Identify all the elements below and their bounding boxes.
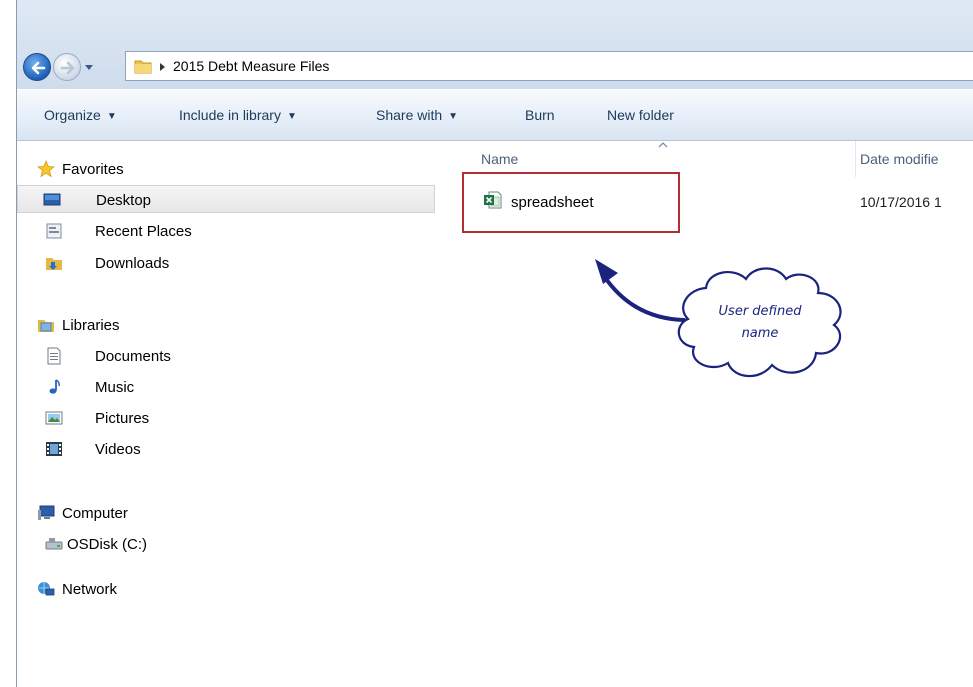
annotation-line-2: name	[741, 326, 779, 341]
back-arrow-icon	[31, 61, 46, 75]
back-button[interactable]	[23, 53, 51, 81]
breadcrumb-chevron-right-icon[interactable]	[157, 62, 167, 72]
nav-favorites[interactable]: Favorites	[17, 155, 435, 183]
new-folder-label: New folder	[607, 107, 674, 123]
explorer-window: 2015 Debt Measure Files Organize ▼ Includ…	[16, 0, 973, 687]
nav-downloads-label: Downloads	[95, 255, 170, 272]
forward-button[interactable]	[53, 53, 81, 81]
pictures-icon	[45, 411, 63, 425]
nav-recent-places-label: Recent Places	[95, 223, 192, 240]
nav-videos-label: Videos	[95, 441, 141, 458]
desktop-icon	[43, 193, 61, 206]
nav-documents[interactable]: Documents	[17, 342, 435, 370]
music-note-icon	[49, 379, 60, 394]
nav-desktop[interactable]: Desktop	[17, 185, 435, 213]
recent-places-icon	[46, 223, 62, 239]
burn-label: Burn	[525, 107, 555, 123]
drive-icon	[45, 538, 63, 550]
annotation-arrowhead	[595, 259, 618, 284]
file-list-pane: Name Date modifie spreadsheet 10/17/2016…	[456, 141, 973, 687]
annotation-text: User defined name	[672, 301, 848, 345]
organize-button[interactable]: Organize ▼	[44, 107, 117, 123]
nav-music-label: Music	[95, 379, 135, 396]
nav-computer[interactable]: Computer	[17, 499, 435, 527]
annotation-layer	[595, 259, 842, 378]
chevron-down-icon: ▼	[448, 111, 459, 122]
nav-osdisk[interactable]: OSDisk (C:)	[17, 530, 435, 558]
nav-osdisk-label: OSDisk (C:)	[67, 536, 147, 553]
share-with-label: Share with	[376, 107, 443, 123]
chevron-down-icon: ▼	[106, 111, 117, 122]
include-in-library-label: Include in library	[179, 107, 281, 123]
computer-icon	[38, 505, 55, 520]
nav-videos[interactable]: Videos	[17, 435, 435, 463]
breadcrumb-current-folder[interactable]: 2015 Debt Measure Files	[173, 58, 329, 74]
nav-pictures-label: Pictures	[95, 410, 150, 427]
forward-arrow-icon	[60, 61, 75, 75]
nav-downloads[interactable]: Downloads	[17, 249, 435, 277]
network-icon	[38, 582, 55, 596]
documents-icon	[47, 347, 61, 365]
nav-libraries-label: Libraries	[62, 317, 120, 334]
nav-music[interactable]: Music	[17, 373, 435, 401]
folder-icon	[134, 60, 152, 74]
annotation-line-1: User defined	[718, 304, 802, 319]
libraries-icon	[38, 320, 54, 332]
share-with-button[interactable]: Share with ▼	[376, 107, 458, 123]
organize-label: Organize	[44, 107, 101, 123]
include-in-library-button[interactable]: Include in library ▼	[179, 107, 297, 123]
recent-pages-chevron-down-icon[interactable]	[83, 61, 95, 73]
nav-desktop-label: Desktop	[96, 192, 152, 209]
videos-film-icon	[46, 442, 62, 456]
address-area: 2015 Debt Measure Files	[17, 0, 973, 89]
nav-libraries[interactable]: Libraries	[17, 311, 435, 339]
nav-pictures[interactable]: Pictures	[17, 404, 435, 432]
address-bar[interactable]: 2015 Debt Measure Files	[125, 51, 973, 81]
command-bar: Organize ▼ Include in library ▼ Share with…	[17, 89, 973, 141]
nav-recent-places[interactable]: Recent Places	[17, 217, 435, 245]
nav-network-label: Network	[62, 581, 118, 598]
nav-computer-label: Computer	[62, 505, 128, 522]
star-icon	[37, 160, 55, 178]
chevron-down-icon: ▼	[286, 111, 297, 122]
new-folder-button[interactable]: New folder	[607, 107, 674, 123]
burn-button[interactable]: Burn	[525, 107, 555, 123]
nav-favorites-label: Favorites	[62, 161, 124, 178]
navigation-pane: Favorites Desktop Recent Places Download…	[17, 141, 456, 687]
nav-network[interactable]: Network	[17, 575, 435, 603]
downloads-folder-icon	[46, 258, 62, 270]
nav-documents-label: Documents	[95, 348, 171, 365]
